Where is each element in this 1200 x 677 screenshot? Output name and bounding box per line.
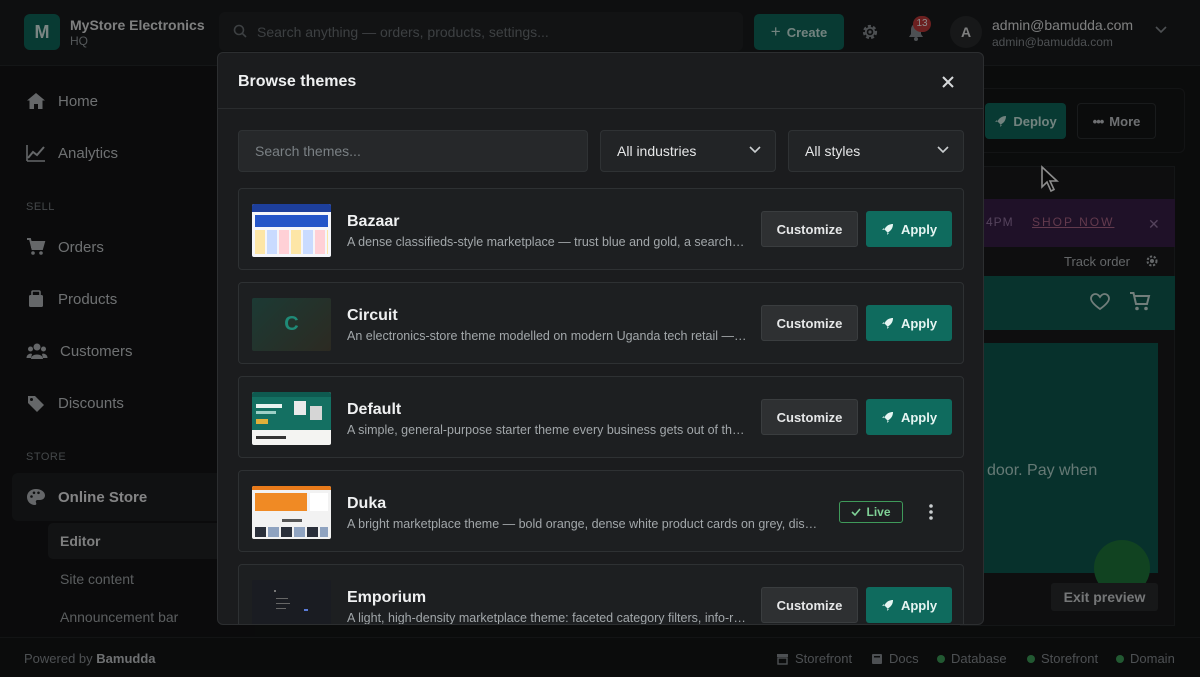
live-label: Live (866, 505, 891, 519)
style-filter-select[interactable]: All styles (788, 130, 964, 172)
theme-name: Bazaar (347, 213, 400, 230)
theme-description: A bright marketplace theme — bold orange… (347, 517, 823, 531)
theme-card-default: Default A simple, general-purpose starte… (238, 376, 964, 458)
theme-name: Duka (347, 495, 387, 512)
chevron-down-icon (937, 146, 949, 154)
theme-description: An electronics-store theme modelled on m… (347, 329, 747, 343)
theme-card-emporium: Emporium A light, high-density marketpla… (238, 564, 964, 625)
theme-description: A simple, general-purpose starter theme … (347, 423, 747, 437)
chevron-down-icon (749, 146, 761, 154)
customize-button[interactable]: Customize (761, 399, 858, 435)
theme-thumbnail-circuit[interactable]: C (252, 298, 331, 351)
industry-filter-value: All industries (617, 143, 697, 159)
browse-themes-modal: Browse themes All industries All styles … (217, 52, 984, 625)
check-icon (851, 508, 862, 516)
apply-button[interactable]: Apply (866, 211, 952, 247)
theme-name: Emporium (347, 589, 427, 606)
thumbnail-letter: C (284, 313, 299, 335)
modal-title: Browse themes (238, 73, 357, 90)
theme-thumbnail-bazaar[interactable] (252, 204, 331, 257)
theme-thumbnail-duka[interactable] (252, 486, 331, 539)
customize-button[interactable]: Customize (761, 587, 858, 623)
more-options-kebab-icon[interactable] (923, 501, 939, 523)
theme-description: A dense classifieds-style marketplace — … (347, 235, 747, 249)
apply-label: Apply (900, 597, 938, 613)
theme-card-duka: Duka A bright marketplace theme — bold o… (238, 470, 964, 552)
apply-label: Apply (900, 315, 938, 331)
live-status-badge: Live (839, 501, 903, 523)
close-icon[interactable] (939, 73, 957, 91)
rocket-icon (881, 411, 893, 423)
apply-button[interactable]: Apply (866, 305, 952, 341)
apply-label: Apply (900, 221, 938, 237)
apply-button[interactable]: Apply (866, 399, 952, 435)
rocket-icon (881, 223, 893, 235)
theme-search-input[interactable] (238, 130, 588, 172)
theme-card-circuit: C Circuit An electronics-store theme mod… (238, 282, 964, 364)
modal-header: Browse themes (218, 53, 983, 109)
theme-card-bazaar: Bazaar A dense classifieds-style marketp… (238, 188, 964, 270)
customize-button[interactable]: Customize (761, 211, 858, 247)
theme-name: Circuit (347, 307, 398, 324)
theme-list: Bazaar A dense classifieds-style marketp… (238, 188, 964, 625)
apply-label: Apply (900, 409, 938, 425)
theme-description: A light, high-density marketplace theme:… (347, 611, 747, 625)
apply-button[interactable]: Apply (866, 587, 952, 623)
theme-thumbnail-default[interactable] (252, 392, 331, 445)
theme-name: Default (347, 401, 402, 418)
rocket-icon (881, 599, 893, 611)
industry-filter-select[interactable]: All industries (600, 130, 776, 172)
theme-thumbnail-emporium[interactable] (252, 580, 331, 624)
rocket-icon (881, 317, 893, 329)
customize-button[interactable]: Customize (761, 305, 858, 341)
style-filter-value: All styles (805, 143, 861, 159)
